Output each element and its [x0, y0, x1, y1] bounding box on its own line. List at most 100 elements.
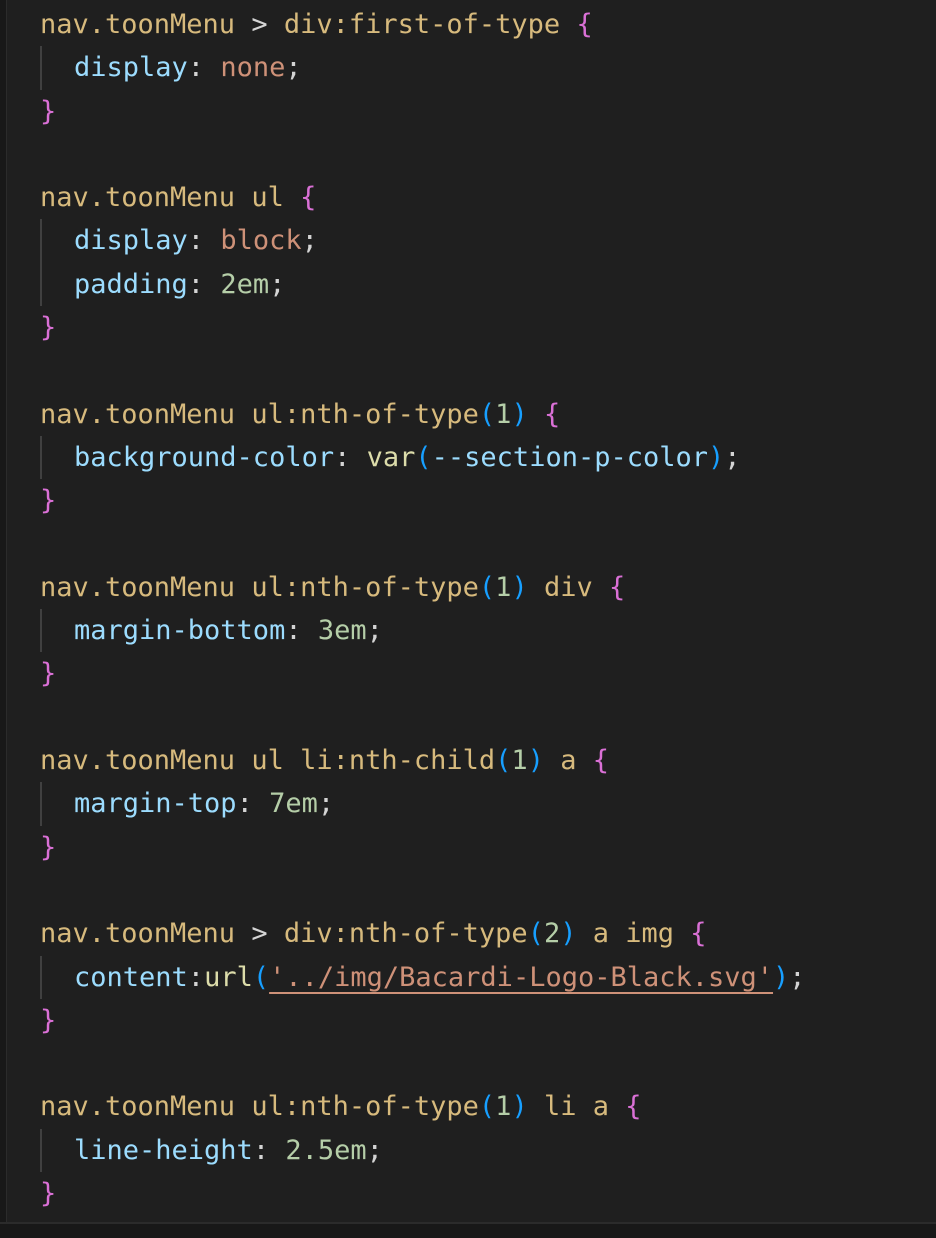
declaration-line[interactable]: line-height: 2.5em;: [40, 1128, 930, 1173]
declaration-line[interactable]: display: none;: [40, 46, 930, 90]
number-value: 3em: [317, 615, 367, 647]
declaration-line[interactable]: padding: 2em;: [40, 262, 930, 307]
semicolon: ;: [285, 52, 302, 84]
open-brace: {: [690, 918, 707, 950]
semicolon: ;: [269, 268, 286, 300]
keyword-value: none: [220, 52, 286, 84]
selector-token: div:nth-of-type: [267, 918, 528, 950]
close-brace: }: [40, 1004, 57, 1036]
declaration-line[interactable]: margin-top: 7em;: [40, 782, 930, 826]
selector-token: ): [511, 571, 528, 603]
blank-line[interactable]: [40, 696, 930, 739]
function-var: var: [366, 441, 416, 473]
closing-line[interactable]: }: [40, 90, 930, 133]
function-url: url: [204, 961, 253, 993]
selector-token: 1: [511, 745, 528, 777]
open-brace: {: [576, 9, 593, 40]
selector-token: (: [478, 398, 496, 430]
code-area[interactable]: nav.toonMenu > div:first-of-type {displa…: [40, 3, 930, 1215]
closing-line[interactable]: }: [40, 306, 930, 349]
closing-line[interactable]: }: [40, 479, 930, 522]
close-brace: }: [40, 95, 57, 127]
code-editor[interactable]: nav.toonMenu > div:first-of-type {displa…: [0, 0, 936, 1238]
semicolon: ;: [317, 788, 335, 820]
semicolon: ;: [301, 225, 318, 257]
selector-token: div: [527, 571, 593, 603]
horizontal-scrollbar[interactable]: [0, 1222, 936, 1238]
semicolon: ;: [789, 961, 806, 993]
selector-line[interactable]: nav.toonMenu ul:nth-of-type(1) div {: [40, 566, 930, 609]
selector-token: nav.toonMenu ul: [40, 182, 284, 214]
closing-line[interactable]: }: [40, 999, 930, 1042]
indent-guide: [40, 219, 42, 263]
indent-guide: [40, 262, 42, 307]
selector-token: (: [478, 1091, 496, 1123]
selector-token: div:first-of-type: [267, 9, 561, 40]
close-brace: }: [40, 312, 57, 344]
semicolon: ;: [366, 615, 383, 647]
indent-guide: [40, 435, 42, 480]
property-name: line-height: [74, 1134, 253, 1166]
close-brace: }: [40, 658, 57, 690]
declaration-line[interactable]: background-color: var(--section-p-color)…: [40, 435, 930, 480]
open-brace: {: [543, 398, 561, 430]
selector-token: 1: [495, 571, 512, 603]
closing-line[interactable]: }: [40, 1172, 930, 1215]
declaration-line[interactable]: margin-bottom: 3em;: [40, 609, 930, 653]
blank-line[interactable]: [40, 523, 930, 566]
property-name: margin-bottom: [74, 615, 286, 647]
semicolon: ;: [724, 441, 741, 473]
paren: ): [773, 961, 790, 993]
colon: :: [187, 52, 221, 84]
open-brace: {: [592, 745, 609, 777]
open-brace: {: [625, 1091, 642, 1123]
selector-token: nav.toonMenu ul:nth-of-type: [40, 398, 479, 430]
css-variable: --section-p-color: [431, 441, 708, 473]
blank-line[interactable]: [40, 869, 930, 912]
selector-token: nav.toonMenu ul li:nth-child: [40, 745, 496, 777]
selector-line[interactable]: nav.toonMenu > div:first-of-type {: [40, 3, 930, 46]
selector-token: >: [251, 9, 268, 40]
declaration-line[interactable]: display: block;: [40, 219, 930, 263]
colon: :: [252, 1134, 286, 1166]
colon: :: [236, 788, 270, 820]
blank-line[interactable]: [40, 1042, 930, 1085]
selector-line[interactable]: nav.toonMenu > div:nth-of-type(2) a img …: [40, 912, 930, 955]
selector-token: >: [251, 918, 268, 950]
indent-guide: [40, 1128, 42, 1173]
selector-token: li a: [527, 1091, 609, 1123]
paren: ): [708, 441, 725, 473]
close-brace: }: [40, 831, 57, 863]
gutter-edge: [0, 0, 7, 1222]
selector-token: 1: [495, 398, 512, 430]
selector-line[interactable]: nav.toonMenu ul li:nth-child(1) a {: [40, 739, 930, 782]
selector-line[interactable]: nav.toonMenu ul:nth-of-type(1) {: [40, 393, 930, 436]
semicolon: ;: [366, 1134, 383, 1166]
selector-token: (: [495, 745, 512, 777]
selector-line[interactable]: nav.toonMenu ul:nth-of-type(1) li a {: [40, 1085, 930, 1128]
selector-token: nav.toonMenu ul:nth-of-type: [40, 1091, 479, 1123]
selector-token: ): [527, 745, 544, 777]
selector-line[interactable]: nav.toonMenu ul {: [40, 176, 930, 219]
declaration-line[interactable]: content:url('../img/Bacardi-Logo-Black.s…: [40, 955, 930, 999]
paren: (: [252, 961, 270, 993]
blank-line[interactable]: [40, 349, 930, 392]
selector-token: ): [511, 1091, 528, 1123]
blank-line[interactable]: [40, 133, 930, 176]
closing-line[interactable]: }: [40, 652, 930, 695]
selector-token: nav.toonMenu ul:nth-of-type: [40, 571, 479, 603]
closing-line[interactable]: }: [40, 826, 930, 869]
open-brace: {: [609, 571, 626, 603]
property-name: padding: [74, 268, 188, 300]
string-value: '../img/Bacardi-Logo-Black.svg': [269, 961, 774, 993]
number-value: 2em: [220, 268, 270, 300]
close-brace: }: [40, 1178, 57, 1210]
property-name: display: [74, 52, 188, 84]
indent-guide: [40, 782, 42, 826]
